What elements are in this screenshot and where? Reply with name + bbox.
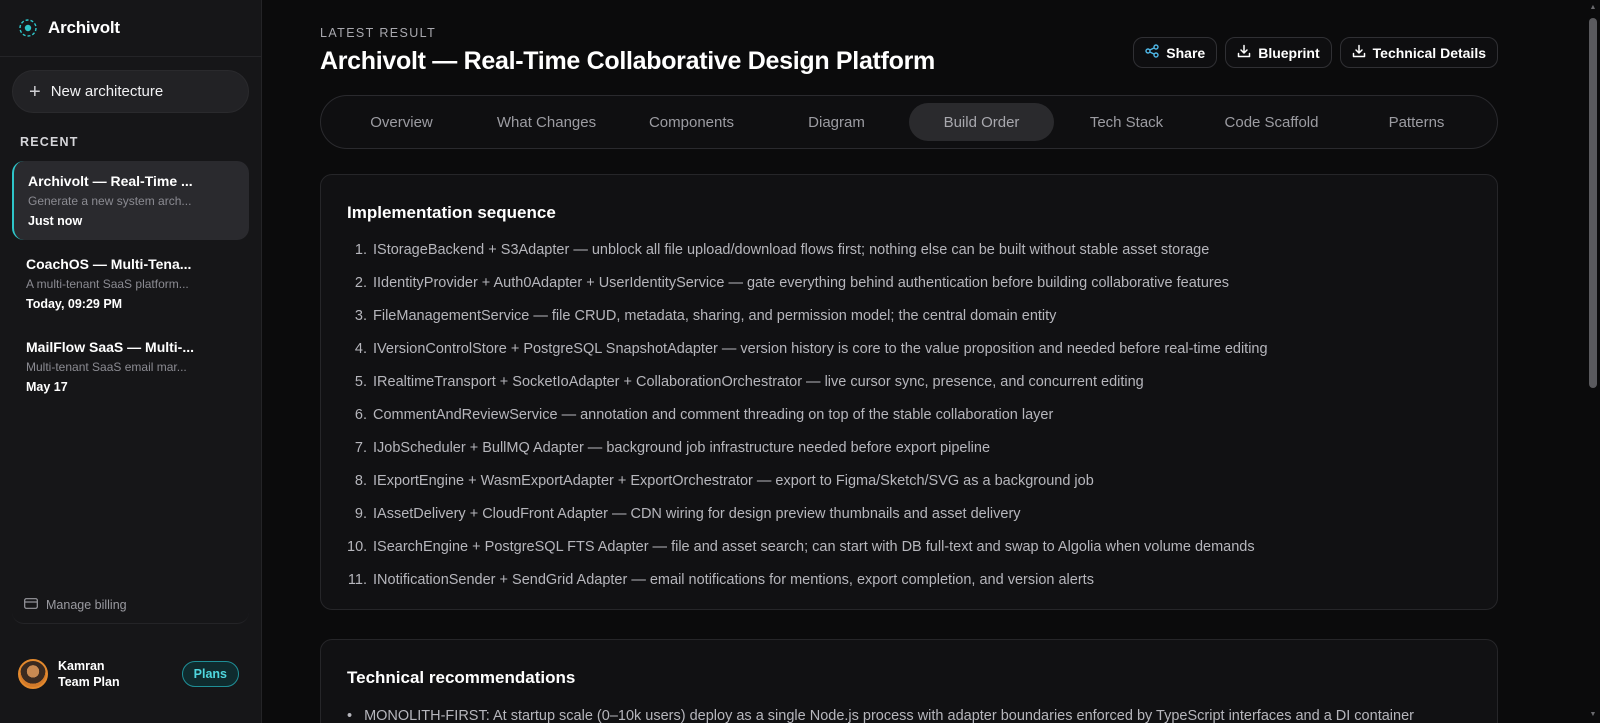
list-item: 8. IExportEngine + WasmExportAdapter + Ex… [354,473,1094,489]
recent-list: Archivolt — Real-Time ... Generate a new… [0,161,261,410]
tab-build-order[interactable]: Build Order [909,103,1054,141]
brand-name: Archivolt [48,18,120,37]
list-item: 10. ISearchEngine + PostgreSQL FTS Adapte… [347,539,1255,555]
app-root: Archivolt + New architecture RECENT Arch… [0,0,1600,723]
share-icon [1145,44,1159,61]
recent-item-time: Today, 09:29 PM [26,297,123,311]
implementation-sequence-card: Implementation sequence 1. IStorageBacken… [320,174,1498,610]
user-profile: Kamran Team Plan Plans [18,656,239,692]
download-icon [1237,44,1251,61]
share-button[interactable]: Share [1133,37,1218,68]
recent-item-desc: Multi-tenant SaaS email mar... [26,360,187,374]
recent-item-coachos[interactable]: CoachOS — Multi-Tena... A multi-tenant S… [12,244,249,323]
sequence-list: 1. IStorageBackend + S3Adapter — unblock … [347,240,1497,603]
user-name: Kamran [58,659,105,673]
new-architecture-label: New architecture [50,83,164,100]
user-plan: Team Plan [58,675,120,689]
blueprint-button[interactable]: Blueprint [1225,37,1332,68]
scrollbar[interactable]: ▲ ▼ [1586,0,1600,723]
recent-item-title: CoachOS — Multi-Tena... [26,256,192,272]
download-icon [1352,44,1366,61]
manage-billing-label: Manage billing [46,597,127,612]
list-item: 6. CommentAndReviewService — annotation a… [354,407,1054,423]
tab-components[interactable]: Components [619,103,764,141]
scroll-down-icon[interactable]: ▼ [1589,711,1597,719]
recommendations-list: • MONOLITH-FIRST: At startup scale (0–10k… [347,708,1497,723]
technical-details-label: Technical Details [1372,44,1486,61]
manage-billing-button[interactable]: Manage billing [12,586,249,624]
recent-heading: RECENT [20,135,79,149]
recent-item-title: Archivolt — Real-Time ... [28,173,193,189]
credit-card-icon [24,597,38,612]
list-item: 4. IVersionControlStore + PostgreSQL Snap… [354,341,1268,357]
plans-button[interactable]: Plans [181,661,239,687]
technical-details-button[interactable]: Technical Details [1339,37,1498,68]
page-title: Archivolt — Real-Time Collaborative Desi… [320,47,935,75]
tab-what-changes[interactable]: What Changes [474,103,619,141]
list-item: 7. IJobScheduler + BullMQ Adapter — backg… [354,440,991,456]
recent-item-time: Just now [28,214,83,228]
tab-overview[interactable]: Overview [329,103,474,141]
tab-tech-stack[interactable]: Tech Stack [1054,103,1199,141]
new-architecture-button[interactable]: + New architecture [12,70,249,113]
sidebar: Archivolt + New architecture RECENT Arch… [0,0,262,723]
tab-code-scaffold[interactable]: Code Scaffold [1199,103,1344,141]
list-item: • MONOLITH-FIRST: At startup scale (0–10k… [347,708,1414,723]
header-actions: Share Blueprint Technical Details [1133,37,1498,68]
technical-recommendations-card: Technical recommendations • MONOLITH-FIRS… [320,639,1498,723]
list-item: 2. IIdentityProvider + Auth0Adapter + Use… [354,275,1230,291]
tab-diagram[interactable]: Diagram [764,103,909,141]
share-label: Share [1166,44,1206,61]
list-item: 1. IStorageBackend + S3Adapter — unblock … [354,242,1210,258]
list-item: 3. FileManagementService — file CRUD, met… [354,308,1057,324]
list-item: 11. INotificationSender + SendGrid Adapte… [347,572,1094,588]
recent-item-archivolt[interactable]: Archivolt — Real-Time ... Generate a new… [12,161,249,240]
recent-item-desc: Generate a new system arch... [28,194,192,208]
avatar[interactable] [18,659,48,689]
recent-item-title: MailFlow SaaS — Multi-... [26,339,195,355]
scroll-up-icon[interactable]: ▲ [1589,4,1597,12]
main-content: LATEST RESULT Archivolt — Real-Time Coll… [262,0,1600,723]
brand[interactable]: Archivolt [0,0,261,57]
list-item: 9. IAssetDelivery + CloudFront Adapter — … [354,506,1021,522]
tab-patterns[interactable]: Patterns [1344,103,1489,141]
tab-bar: Overview What Changes Components Diagram… [320,95,1498,149]
recent-item-time: May 17 [26,380,68,394]
section-title: Implementation sequence [347,203,556,222]
eyebrow-label: LATEST RESULT [320,26,437,40]
plus-icon: + [29,80,41,103]
scroll-thumb[interactable] [1589,18,1597,388]
logo-icon [18,18,38,38]
recent-item-desc: A multi-tenant SaaS platform... [26,277,189,291]
list-item: 5. IRealtimeTransport + SocketIoAdapter +… [354,374,1144,390]
section-title: Technical recommendations [347,668,576,687]
recent-item-mailflow[interactable]: MailFlow SaaS — Multi-... Multi-tenant S… [12,327,249,406]
blueprint-label: Blueprint [1258,44,1320,61]
